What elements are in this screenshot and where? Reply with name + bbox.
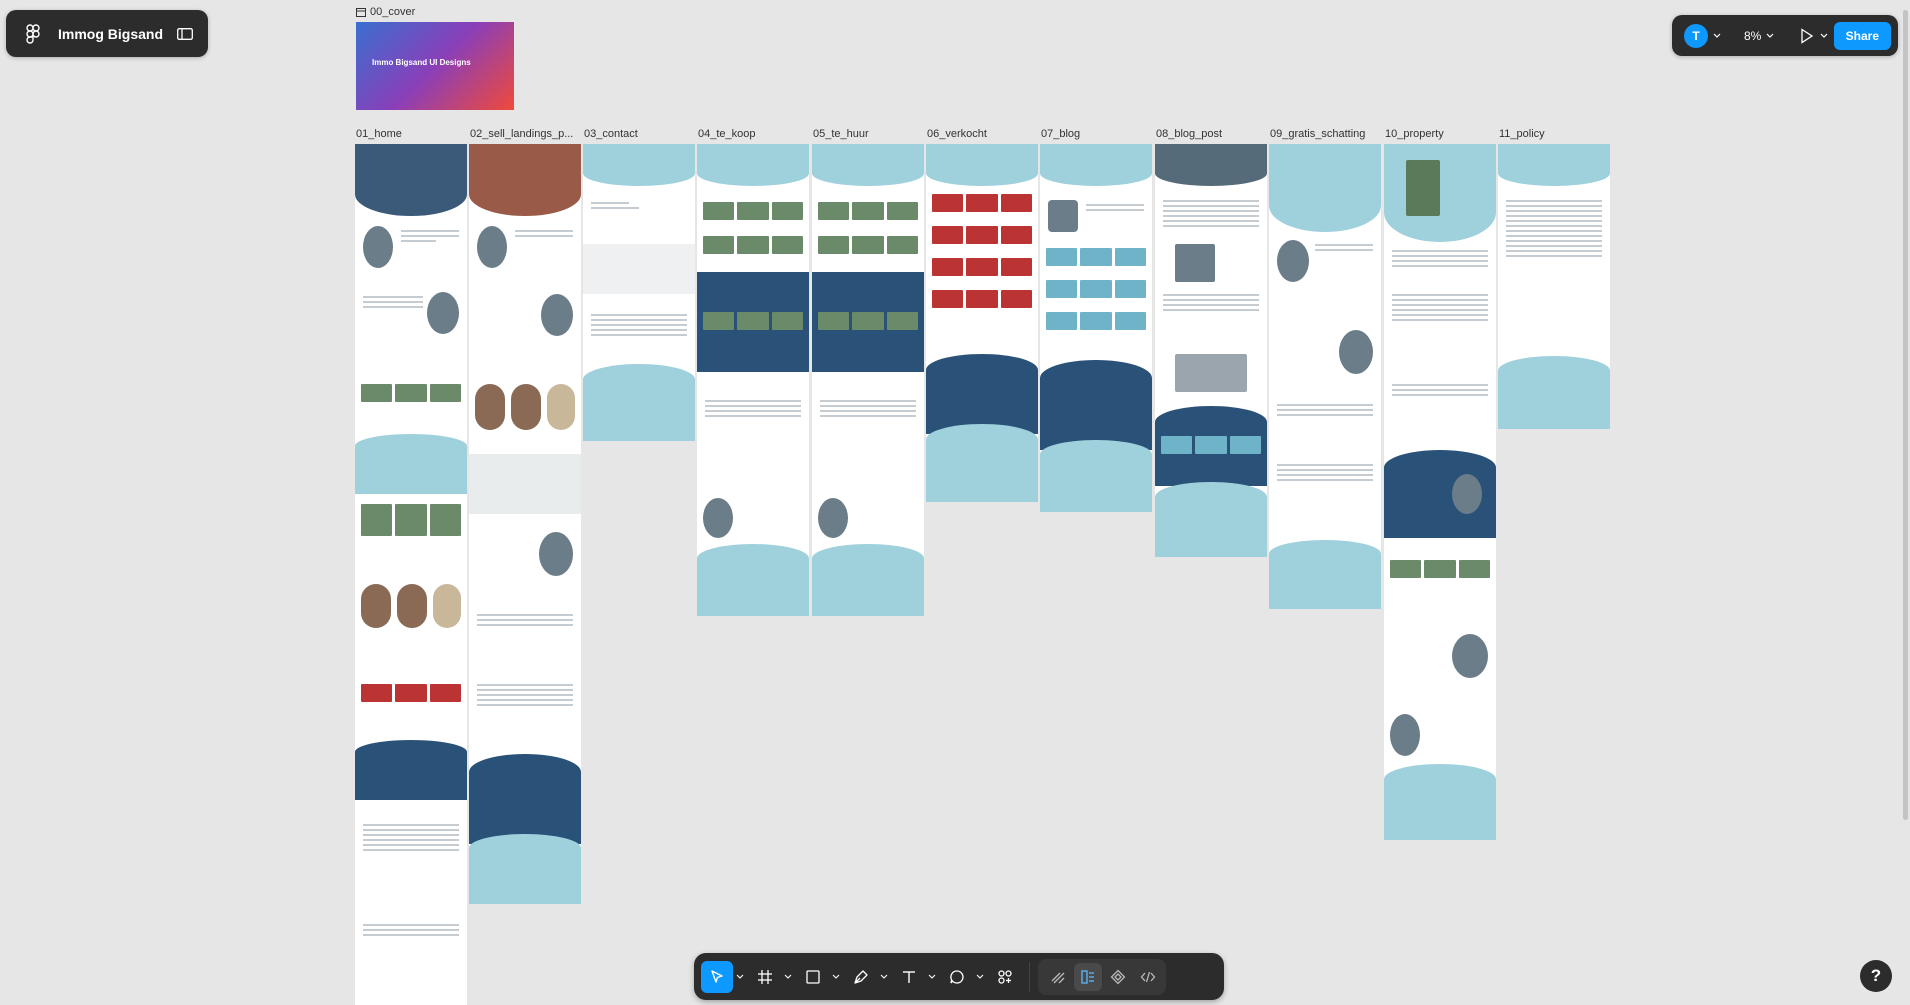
- present-play-icon[interactable]: [1799, 27, 1815, 44]
- frame-label-blog-post[interactable]: 08_blog_post: [1156, 128, 1222, 140]
- frame-property[interactable]: [1384, 144, 1496, 840]
- dev-mode-icon[interactable]: [1134, 963, 1162, 991]
- bottom-toolbar: [694, 953, 1224, 1000]
- frame-blog[interactable]: [1040, 144, 1152, 512]
- file-panel: Immog Bigsand: [6, 10, 208, 57]
- frame-te-huur[interactable]: [812, 144, 924, 616]
- frame-blog-post[interactable]: [1155, 144, 1267, 557]
- present-chevron-down-icon[interactable]: [1819, 31, 1829, 41]
- frame-label-sell[interactable]: 02_sell_landings_p...: [470, 128, 573, 140]
- frame-sell[interactable]: [469, 144, 581, 904]
- canvas[interactable]: Immog Bigsand T 8% Share 00_cover Immo B…: [0, 0, 1910, 1005]
- sidebar-toggle-icon[interactable]: [176, 27, 194, 41]
- move-tool-chevron-icon[interactable]: [735, 974, 745, 979]
- frame-label-te-koop[interactable]: 04_te_koop: [698, 128, 756, 140]
- frame-gratis-schatting[interactable]: [1269, 144, 1381, 609]
- frame-tool-chevron-icon[interactable]: [783, 974, 793, 979]
- frame-label-blog[interactable]: 07_blog: [1041, 128, 1080, 140]
- shape-tool-chevron-icon[interactable]: [831, 974, 841, 979]
- cover-frame-label[interactable]: 00_cover: [356, 6, 415, 18]
- rectangle-tool-icon[interactable]: [797, 961, 829, 993]
- frame-icon: [356, 7, 366, 17]
- pen-tool-icon[interactable]: [845, 961, 877, 993]
- comment-tool-chevron-icon[interactable]: [975, 974, 985, 979]
- draw-mode-icon[interactable]: [1044, 963, 1072, 991]
- help-button[interactable]: ?: [1860, 960, 1892, 992]
- frame-label-home[interactable]: 01_home: [356, 128, 402, 140]
- vertical-scrollbar[interactable]: [1903, 10, 1908, 820]
- share-button[interactable]: Share: [1833, 21, 1891, 50]
- prototype-mode-icon[interactable]: [1104, 963, 1132, 991]
- figma-logo-icon[interactable]: [22, 23, 44, 45]
- frame-label-contact[interactable]: 03_contact: [584, 128, 638, 140]
- toolbar-divider: [1029, 961, 1030, 992]
- mode-toggle-group: [1038, 958, 1166, 995]
- frame-verkocht[interactable]: [926, 144, 1038, 502]
- top-right-panel: T 8% Share: [1672, 15, 1898, 56]
- frame-label-property[interactable]: 10_property: [1385, 128, 1444, 140]
- frame-label-verkocht[interactable]: 06_verkocht: [927, 128, 987, 140]
- frame-home[interactable]: [355, 144, 467, 1005]
- cover-frame[interactable]: Immo Bigsand UI Designs: [356, 22, 514, 110]
- text-tool-chevron-icon[interactable]: [927, 974, 937, 979]
- move-tool-icon[interactable]: [701, 960, 733, 993]
- frame-contact[interactable]: [583, 144, 695, 441]
- file-name[interactable]: Immog Bigsand: [58, 26, 163, 42]
- frame-label-gratis-schatting[interactable]: 09_gratis_schatting: [1270, 128, 1365, 140]
- pen-tool-chevron-icon[interactable]: [879, 974, 889, 979]
- frame-tool-icon[interactable]: [749, 961, 781, 993]
- comment-tool-icon[interactable]: [941, 961, 973, 993]
- text-tool-icon[interactable]: [893, 961, 925, 993]
- zoom-chevron-down-icon[interactable]: [1765, 31, 1775, 41]
- frame-policy[interactable]: [1498, 144, 1610, 429]
- actions-tool-icon[interactable]: [989, 961, 1021, 993]
- frame-label-te-huur[interactable]: 05_te_huur: [813, 128, 869, 140]
- cover-title: Immo Bigsand UI Designs: [372, 58, 471, 67]
- design-mode-icon[interactable]: [1074, 962, 1102, 991]
- chevron-down-icon[interactable]: [1712, 31, 1722, 41]
- frame-te-koop[interactable]: [697, 144, 809, 616]
- avatar[interactable]: T: [1684, 23, 1708, 48]
- zoom-level[interactable]: 8%: [1744, 29, 1761, 43]
- frame-label-policy[interactable]: 11_policy: [1499, 128, 1545, 140]
